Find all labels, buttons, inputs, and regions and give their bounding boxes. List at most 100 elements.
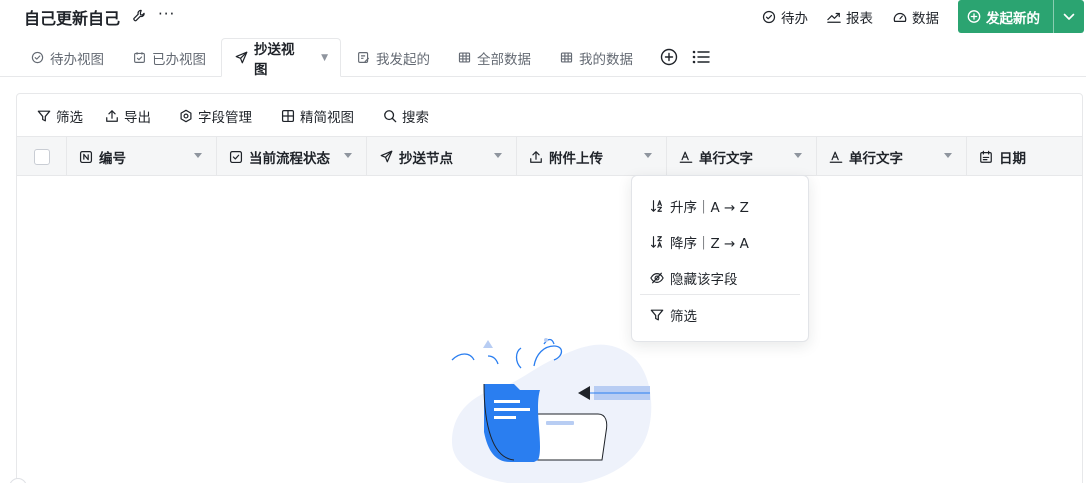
column-header-text-1[interactable]: 单行文字 [667, 137, 817, 176]
wrench-icon[interactable] [132, 8, 146, 22]
launch-dropdown-button[interactable] [1054, 0, 1084, 33]
launch-new-label: 发起新的 [986, 10, 1040, 27]
tab-label: 已办视图 [152, 51, 206, 68]
todo-action[interactable]: 待办 [762, 7, 808, 27]
tab-all-data[interactable]: 全部数据 [457, 38, 531, 77]
sort-ascending-icon [650, 199, 664, 213]
data-label: 数据 [912, 11, 939, 27]
column-label: 单行文字 [699, 150, 753, 167]
column-header-text-2[interactable]: 单行文字 [817, 137, 967, 176]
upload-icon [105, 109, 119, 123]
compact-view-label: 精简视图 [300, 110, 354, 126]
trend-chart-icon [827, 10, 841, 24]
more-options-button[interactable]: ··· [158, 5, 175, 23]
search-button[interactable]: 搜索 [383, 106, 429, 126]
column-label: 日期 [999, 150, 1026, 167]
view-tabs: 待办视图 已办视图 抄送视图 ▼ 我发起的 全部数据 我的数据 [0, 38, 1086, 78]
compact-view-button[interactable]: 精简视图 [281, 106, 354, 126]
grid-icon [281, 109, 295, 123]
calendar-check-icon [132, 51, 146, 65]
app-title: 自己更新自己 [24, 9, 121, 28]
eye-off-icon [650, 271, 664, 285]
app-header: 自己更新自己 ··· 待办 报表 数据 发起新的 [0, 0, 1086, 33]
text-field-icon [829, 150, 843, 164]
edit-doc-icon [356, 51, 370, 65]
column-menu-arrow[interactable] [794, 153, 802, 158]
export-button[interactable]: 导出 [105, 106, 151, 126]
table-icon [559, 51, 573, 65]
tab-my-launched[interactable]: 我发起的 [356, 38, 430, 77]
add-view-icon[interactable] [660, 48, 678, 66]
filter-icon [650, 308, 664, 322]
menu-item-hide-field[interactable]: 隐藏该字段 [650, 268, 738, 288]
todo-label: 待办 [781, 11, 808, 27]
field-manage-button[interactable]: 字段管理 [179, 106, 252, 126]
sort-descending-icon [650, 235, 664, 249]
menu-item-sort-asc[interactable]: 升序｜A → Z [650, 196, 749, 216]
checkbox-field-icon [229, 150, 243, 164]
export-label: 导出 [124, 110, 151, 126]
report-action[interactable]: 报表 [827, 7, 873, 27]
launch-new-button[interactable]: 发起新的 [958, 0, 1084, 33]
table-icon [457, 51, 471, 65]
report-label: 报表 [846, 11, 873, 27]
column-label: 附件上传 [549, 150, 603, 167]
menu-divider [640, 294, 800, 295]
calendar-icon [979, 150, 993, 164]
upload-icon [529, 150, 543, 164]
select-all-cell [17, 137, 67, 176]
menu-item-label: 升序｜A → Z [670, 200, 749, 216]
filter-label: 筛选 [56, 110, 83, 126]
collapse-handle[interactable] [9, 478, 27, 483]
table-header: 编号 当前流程状态 抄送节点 附件上传 单行文字 单行文字 日期 [17, 136, 1082, 176]
chevron-down-icon [1062, 10, 1076, 24]
filter-icon [37, 109, 51, 123]
search-label: 搜索 [402, 110, 429, 126]
tab-my-data[interactable]: 我的数据 [559, 38, 633, 77]
column-menu-arrow[interactable] [944, 153, 952, 158]
number-field-icon [79, 150, 93, 164]
column-header-attachment[interactable]: 附件上传 [517, 137, 667, 176]
column-header-status[interactable]: 当前流程状态 [217, 137, 367, 176]
column-menu-arrow[interactable] [344, 153, 352, 158]
tab-label: 抄送视图 [254, 41, 295, 78]
tab-cc-view[interactable]: 抄送视图 ▼ [221, 38, 341, 78]
tab-label: 全部数据 [477, 51, 531, 68]
column-label: 编号 [99, 150, 126, 167]
column-header-cc-node[interactable]: 抄送节点 [367, 137, 517, 176]
column-label: 抄送节点 [399, 150, 453, 167]
empty-illustration-svg [451, 338, 652, 483]
column-label: 单行文字 [849, 150, 903, 167]
tab-dropdown-icon[interactable]: ▼ [321, 53, 328, 63]
menu-item-filter[interactable]: 筛选 [650, 305, 697, 325]
dashboard-icon [893, 10, 907, 24]
menu-item-label: 筛选 [670, 309, 697, 325]
tab-label: 待办视图 [50, 51, 104, 68]
data-action[interactable]: 数据 [893, 7, 939, 27]
tab-done-view[interactable]: 已办视图 [132, 38, 206, 77]
text-field-icon [679, 150, 693, 164]
send-icon [234, 51, 248, 65]
check-circle-icon [30, 51, 44, 65]
tab-label: 我的数据 [579, 51, 633, 68]
column-header-number[interactable]: 编号 [67, 137, 217, 176]
column-header-date[interactable]: 日期 [967, 137, 1084, 176]
search-icon [383, 109, 397, 123]
tab-todo-view[interactable]: 待办视图 [30, 38, 104, 77]
field-manage-label: 字段管理 [198, 110, 252, 126]
filter-button[interactable]: 筛选 [37, 106, 83, 126]
column-menu-arrow[interactable] [194, 153, 202, 158]
launch-new-main[interactable]: 发起新的 [958, 0, 1053, 33]
column-menu-arrow[interactable] [494, 153, 502, 158]
select-all-checkbox[interactable] [34, 148, 50, 165]
empty-state-illustration [448, 334, 658, 483]
send-icon [379, 150, 393, 164]
settings-icon [179, 109, 193, 123]
menu-item-label: 隐藏该字段 [670, 272, 738, 288]
menu-item-label: 降序｜Z → A [670, 236, 749, 252]
menu-item-sort-desc[interactable]: 降序｜Z → A [650, 232, 749, 252]
tab-label: 我发起的 [376, 51, 430, 68]
view-list-icon[interactable] [692, 48, 710, 66]
column-options-menu: 升序｜A → Z 降序｜Z → A 隐藏该字段 筛选 [631, 175, 809, 342]
column-menu-arrow[interactable] [644, 153, 652, 158]
